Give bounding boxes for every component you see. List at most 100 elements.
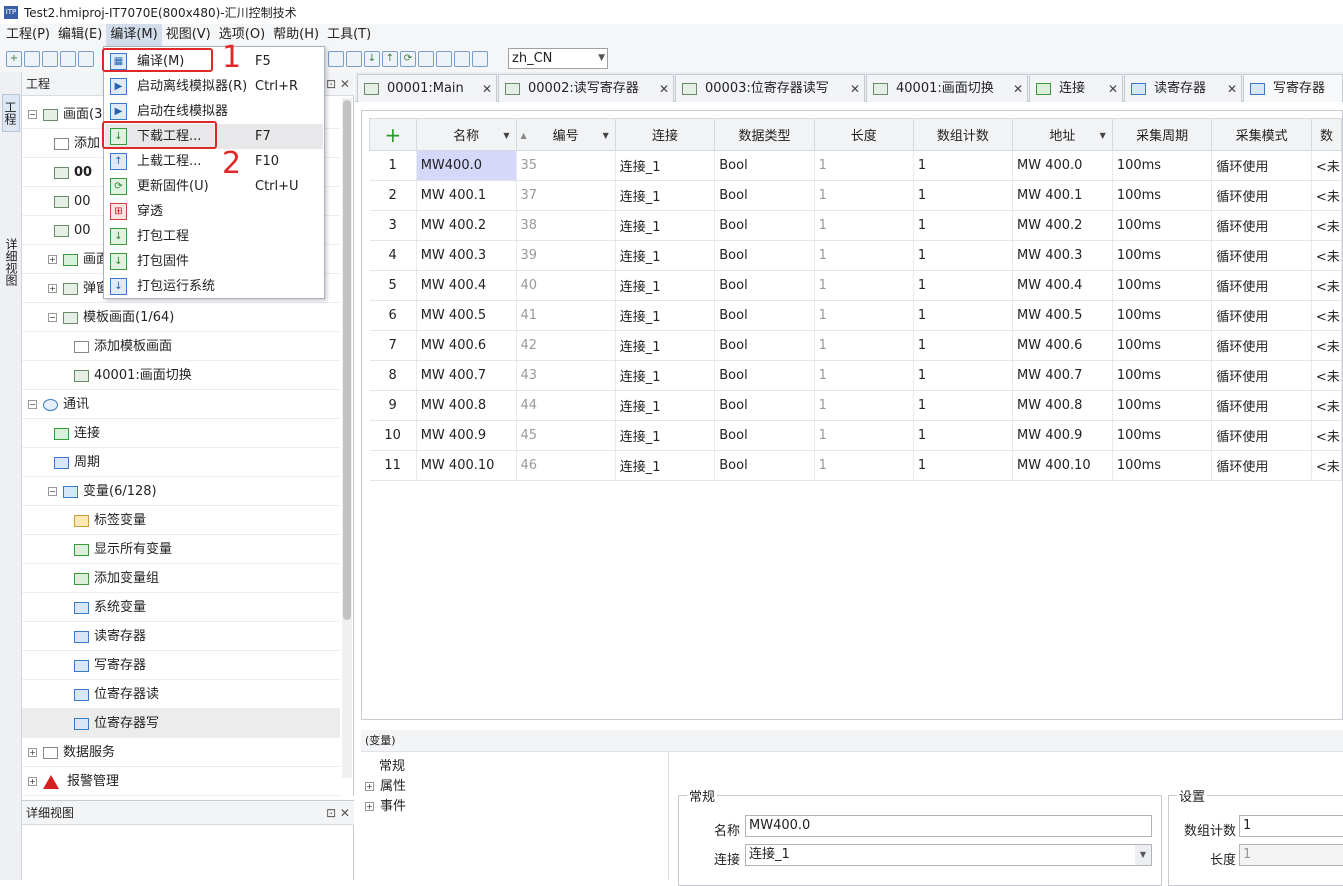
cell-array-count[interactable]: 1 xyxy=(913,450,1014,481)
package-runtime-toolbar-icon[interactable] xyxy=(472,51,488,67)
cell-length[interactable]: 1 xyxy=(814,450,914,481)
cell-acquisition-mode[interactable]: 循环使用 xyxy=(1211,300,1312,331)
cell-connection[interactable]: 连接_1 xyxy=(615,240,716,271)
cell-name[interactable]: MW 400.7 xyxy=(416,360,517,391)
cell-name[interactable]: MW 400.3 xyxy=(416,240,517,271)
close-icon[interactable]: ✕ xyxy=(482,75,492,102)
close-icon[interactable]: ✕ xyxy=(1013,75,1023,102)
collapse-icon[interactable]: − xyxy=(48,487,57,496)
table-row[interactable]: 9 MW 400.8 44 连接_1 Bool 1 1 MW 400.8 100ms 循环使用 <未 xyxy=(369,390,1343,421)
properties-events-item[interactable]: + 事件 xyxy=(365,797,406,817)
row-number[interactable]: 3 xyxy=(369,210,417,241)
tree-item[interactable]: + 数据服务 xyxy=(22,738,340,767)
cell-data-type[interactable]: Bool xyxy=(714,330,815,361)
cell-acquisition-mode[interactable]: 循环使用 xyxy=(1211,360,1312,391)
row-number[interactable]: 1 xyxy=(369,150,417,181)
cell-data-type[interactable]: Bool xyxy=(714,390,815,421)
delete-icon[interactable] xyxy=(328,51,344,67)
row-number[interactable]: 11 xyxy=(369,450,417,481)
expand-icon[interactable]: + xyxy=(28,777,37,786)
tree-item[interactable]: 显示所有变量 xyxy=(22,535,340,564)
close-project-icon[interactable] xyxy=(42,51,58,67)
expand-icon[interactable]: + xyxy=(365,782,374,791)
cell-connection[interactable]: 连接_1 xyxy=(615,330,716,361)
table-row[interactable]: 7 MW 400.6 42 连接_1 Bool 1 1 MW 400.6 100ms 循环使用 <未 xyxy=(369,330,1343,361)
table-row[interactable]: 11 MW 400.10 46 连接_1 Bool 1 1 MW 400.10 100ms 循环使… xyxy=(369,450,1343,481)
cell-acquisition-cycle[interactable]: 100ms xyxy=(1112,450,1213,481)
cell-length[interactable]: 1 xyxy=(814,240,914,271)
cell-address[interactable]: MW 400.5 xyxy=(1012,300,1113,331)
cell-name[interactable]: MW 400.2 xyxy=(416,210,517,241)
cell-id[interactable]: 41 xyxy=(516,300,616,331)
cell-address[interactable]: MW 400.8 xyxy=(1012,390,1113,421)
cell-name[interactable]: MW 400.10 xyxy=(416,450,517,481)
connection-select[interactable]: 连接_1 ▼ xyxy=(745,844,1152,866)
cell-id[interactable]: 35 xyxy=(516,150,616,181)
cell-connection[interactable]: 连接_1 xyxy=(615,390,716,421)
cell-length[interactable]: 1 xyxy=(814,300,914,331)
cell-extra[interactable]: <未 xyxy=(1311,270,1343,301)
expand-icon[interactable]: + xyxy=(365,802,374,811)
collapse-icon[interactable]: − xyxy=(48,313,57,322)
cell-array-count[interactable]: 1 xyxy=(913,270,1014,301)
cell-id[interactable]: 37 xyxy=(516,180,616,211)
new-icon[interactable]: + xyxy=(6,51,22,67)
tab-connection[interactable]: 连接 ✕ xyxy=(1029,74,1123,102)
cell-extra[interactable]: <未 xyxy=(1311,150,1343,181)
row-number[interactable]: 6 xyxy=(369,300,417,331)
close-icon[interactable]: ✕ xyxy=(659,75,669,102)
menu-item-passthrough[interactable]: ⊞ 穿透 xyxy=(105,199,323,224)
collapse-icon[interactable]: − xyxy=(28,400,37,409)
tab-bit-register[interactable]: 00003:位寄存器读写 ✕ xyxy=(675,74,865,102)
cell-extra[interactable]: <未 xyxy=(1311,300,1343,331)
column-header-id[interactable]: ▲ 编号 ▼ xyxy=(515,118,616,151)
menu-item-package-firmware[interactable]: ↓ 打包固件 xyxy=(105,249,323,274)
passthrough-toolbar-icon[interactable] xyxy=(418,51,434,67)
cell-acquisition-cycle[interactable]: 100ms xyxy=(1112,210,1213,241)
menu-item-offline-simulator[interactable]: ▶ 启动离线模拟器(R) Ctrl+R xyxy=(105,74,323,99)
cell-length[interactable]: 1 xyxy=(814,360,914,391)
menu-project[interactable]: 工程(P) xyxy=(2,24,54,46)
cell-data-type[interactable]: Bool xyxy=(714,270,815,301)
cell-connection[interactable]: 连接_1 xyxy=(615,150,716,181)
cell-data-type[interactable]: Bool xyxy=(714,210,815,241)
close-icon[interactable]: ✕ xyxy=(850,75,860,102)
tree-item[interactable]: 位寄存器写 xyxy=(22,709,340,738)
download-toolbar-icon[interactable]: ↓ xyxy=(364,51,380,67)
table-row[interactable]: 10 MW 400.9 45 连接_1 Bool 1 1 MW 400.9 100ms 循环使用 <… xyxy=(369,420,1343,451)
cell-length[interactable]: 1 xyxy=(814,390,914,421)
cell-address[interactable]: MW 400.7 xyxy=(1012,360,1113,391)
name-field[interactable]: MW400.0 xyxy=(745,815,1152,837)
cell-data-type[interactable]: Bool xyxy=(714,150,815,181)
cell-acquisition-mode[interactable]: 循环使用 xyxy=(1211,330,1312,361)
cell-name[interactable]: MW 400.4 xyxy=(416,270,517,301)
cell-connection[interactable]: 连接_1 xyxy=(615,210,716,241)
cell-name[interactable]: MW 400.8 xyxy=(416,390,517,421)
cell-name[interactable]: MW400.0 xyxy=(416,150,517,181)
cell-acquisition-cycle[interactable]: 100ms xyxy=(1112,330,1213,361)
tree-item[interactable]: 添加模板画面 xyxy=(22,332,340,361)
menu-item-upload[interactable]: ↑ 上载工程... F10 xyxy=(105,149,323,174)
cell-length[interactable]: 1 xyxy=(814,150,914,181)
cell-array-count[interactable]: 1 xyxy=(913,330,1014,361)
cell-address[interactable]: MW 400.4 xyxy=(1012,270,1113,301)
row-number[interactable]: 7 xyxy=(369,330,417,361)
cell-acquisition-cycle[interactable]: 100ms xyxy=(1112,270,1213,301)
cell-data-type[interactable]: Bool xyxy=(714,360,815,391)
save-all-icon[interactable] xyxy=(78,51,94,67)
side-tab-project[interactable]: 工程 xyxy=(2,94,20,132)
cell-length[interactable]: 1 xyxy=(814,270,914,301)
cell-acquisition-cycle[interactable]: 100ms xyxy=(1112,360,1213,391)
cell-length[interactable]: 1 xyxy=(814,210,914,241)
cell-id[interactable]: 46 xyxy=(516,450,616,481)
cell-extra[interactable]: <未 xyxy=(1311,330,1343,361)
cell-connection[interactable]: 连接_1 xyxy=(615,180,716,211)
table-row[interactable]: 3 MW 400.2 38 连接_1 Bool 1 1 MW 400.2 100ms 循环使用 <未 xyxy=(369,210,1343,241)
cell-address[interactable]: MW 400.0 xyxy=(1012,150,1113,181)
cell-acquisition-mode[interactable]: 循环使用 xyxy=(1211,150,1312,181)
row-number[interactable]: 5 xyxy=(369,270,417,301)
cell-id[interactable]: 45 xyxy=(516,420,616,451)
cell-connection[interactable]: 连接_1 xyxy=(615,360,716,391)
column-header-acquisition-cycle[interactable]: 采集周期 xyxy=(1111,118,1213,151)
column-header-array-count[interactable]: 数组计数 xyxy=(912,118,1014,151)
